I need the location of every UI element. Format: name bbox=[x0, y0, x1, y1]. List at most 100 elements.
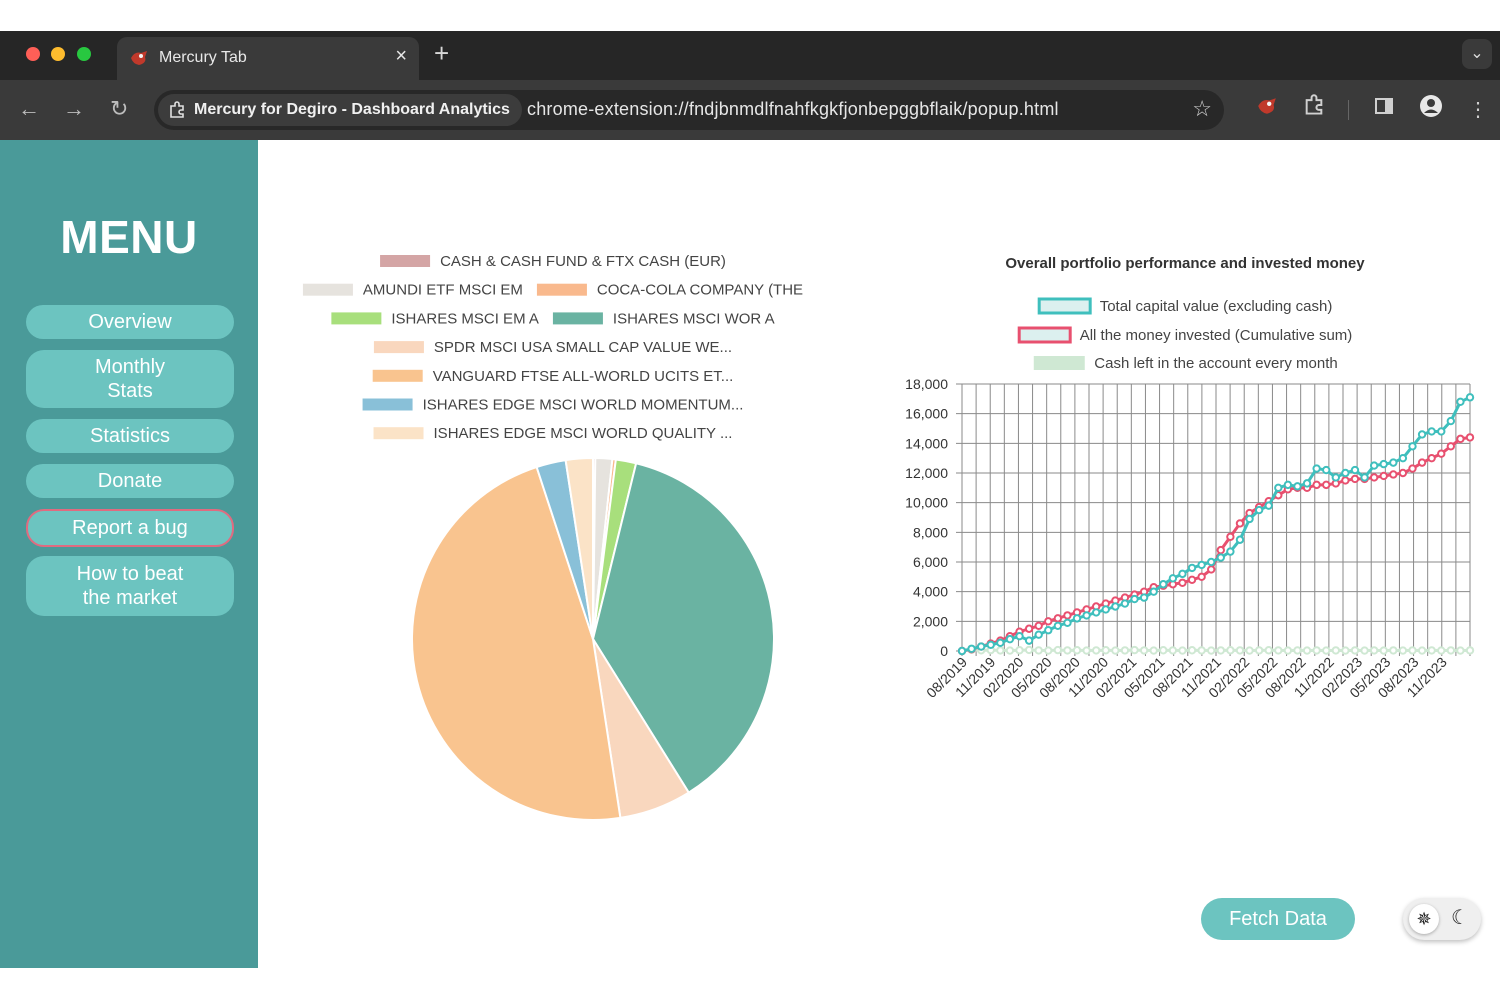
line-point[interactable] bbox=[1456, 646, 1465, 655]
line-point[interactable] bbox=[1360, 473, 1369, 482]
line-point[interactable] bbox=[1120, 599, 1130, 608]
line-legend-swatch[interactable] bbox=[1037, 297, 1092, 315]
line-point[interactable] bbox=[1264, 501, 1273, 510]
line-point[interactable] bbox=[1024, 624, 1034, 633]
line-point[interactable] bbox=[1293, 646, 1302, 655]
line-point[interactable] bbox=[1369, 473, 1379, 482]
line-point[interactable] bbox=[1111, 602, 1120, 611]
line-point[interactable] bbox=[1408, 464, 1417, 473]
line-point[interactable] bbox=[1408, 646, 1417, 655]
line-point[interactable] bbox=[1379, 471, 1388, 481]
line-point[interactable] bbox=[1216, 646, 1225, 655]
line-point[interactable] bbox=[1101, 605, 1110, 614]
line-point[interactable] bbox=[1408, 442, 1417, 451]
line-point[interactable] bbox=[1120, 646, 1130, 655]
puzzle-icon[interactable] bbox=[1298, 94, 1330, 126]
line-point[interactable] bbox=[976, 642, 986, 651]
line-point[interactable] bbox=[1322, 465, 1331, 475]
line-point[interactable] bbox=[1379, 646, 1388, 655]
line-point[interactable] bbox=[1082, 646, 1091, 655]
line-legend-swatch[interactable] bbox=[1033, 356, 1085, 370]
line-point[interactable] bbox=[1350, 646, 1360, 655]
line-point[interactable] bbox=[1312, 464, 1321, 473]
line-point[interactable] bbox=[1187, 563, 1197, 573]
pie-legend-label[interactable]: ISHARES MSCI EM A bbox=[391, 310, 539, 327]
line-point[interactable] bbox=[996, 646, 1005, 655]
maximize-window-button[interactable] bbox=[77, 47, 91, 61]
pie-legend-swatch[interactable] bbox=[331, 312, 382, 325]
site-info-chip[interactable]: Mercury for Degiro - Dashboard Analytics bbox=[158, 94, 522, 126]
line-point[interactable] bbox=[1398, 468, 1408, 478]
line-point[interactable] bbox=[1283, 480, 1293, 490]
line-point[interactable] bbox=[1034, 621, 1043, 630]
line-point[interactable] bbox=[1063, 611, 1072, 620]
line-point[interactable] bbox=[1005, 634, 1015, 644]
menu-donate-button[interactable]: Donate bbox=[26, 464, 234, 498]
line-point[interactable] bbox=[1331, 473, 1341, 482]
line-point[interactable] bbox=[1369, 646, 1379, 655]
profile-icon[interactable] bbox=[1415, 94, 1447, 126]
line-point[interactable] bbox=[1226, 532, 1235, 541]
line-point[interactable] bbox=[1005, 646, 1015, 655]
theme-toggle[interactable]: ✵ ☾ bbox=[1403, 898, 1481, 940]
line-point[interactable] bbox=[1226, 547, 1235, 556]
line-point[interactable] bbox=[1341, 476, 1350, 485]
line-point[interactable] bbox=[1264, 646, 1273, 655]
side-panel-icon[interactable] bbox=[1368, 94, 1400, 126]
line-point[interactable] bbox=[1254, 505, 1264, 515]
line-point[interactable] bbox=[1091, 646, 1101, 655]
pie-legend-swatch[interactable] bbox=[302, 283, 353, 296]
line-point[interactable] bbox=[1044, 617, 1053, 626]
line-point[interactable] bbox=[1034, 630, 1043, 639]
address-bar[interactable]: Mercury for Degiro - Dashboard Analytics… bbox=[154, 90, 1224, 130]
pie-legend-label[interactable]: SPDR MSCI USA SMALL CAP VALUE WE... bbox=[434, 339, 732, 356]
line-point[interactable] bbox=[1293, 482, 1302, 491]
line-point[interactable] bbox=[1024, 636, 1034, 645]
line-point[interactable] bbox=[1389, 458, 1398, 467]
menu-overview-button[interactable]: Overview bbox=[26, 305, 234, 339]
close-window-button[interactable] bbox=[26, 47, 40, 61]
line-point[interactable] bbox=[1159, 580, 1168, 589]
line-point[interactable] bbox=[1350, 465, 1360, 475]
line-point[interactable] bbox=[1044, 646, 1053, 655]
line-point[interactable] bbox=[957, 646, 967, 656]
line-point[interactable] bbox=[1312, 646, 1321, 655]
line-legend-label[interactable]: All the money invested (Cumulative sum) bbox=[1080, 327, 1353, 344]
pie-legend-label[interactable]: AMUNDI ETF MSCI EM bbox=[363, 282, 523, 299]
reload-icon[interactable]: ↻ bbox=[110, 96, 128, 122]
line-point[interactable] bbox=[1322, 480, 1331, 490]
pie-legend-swatch[interactable] bbox=[362, 398, 413, 411]
menu-statistics-button[interactable]: Statistics bbox=[26, 419, 234, 453]
menu-monthly-stats-button[interactable]: Monthly Stats bbox=[26, 350, 234, 408]
line-point[interactable] bbox=[1254, 646, 1264, 655]
line-point[interactable] bbox=[1245, 514, 1254, 524]
line-point[interactable] bbox=[1063, 646, 1072, 655]
line-point[interactable] bbox=[1312, 480, 1321, 490]
line-point[interactable] bbox=[1216, 545, 1225, 555]
line-point[interactable] bbox=[1207, 646, 1216, 655]
line-point[interactable] bbox=[986, 640, 995, 649]
url-text[interactable]: chrome-extension://fndjbnmdlfnahfkgkfjon… bbox=[527, 99, 1059, 120]
back-icon[interactable]: ← bbox=[18, 96, 40, 122]
line-point[interactable] bbox=[1168, 646, 1178, 655]
line-point[interactable] bbox=[1168, 574, 1178, 583]
menu-beat-market-button[interactable]: How to beat the market bbox=[26, 556, 234, 616]
line-point[interactable] bbox=[1091, 608, 1101, 617]
line-point[interactable] bbox=[1139, 646, 1149, 655]
pie-legend-label[interactable]: ISHARES EDGE MSCI WORLD MOMENTUM... bbox=[423, 397, 744, 414]
line-point[interactable] bbox=[1350, 474, 1360, 484]
more-icon[interactable]: ⋮ bbox=[1462, 94, 1494, 126]
tab-close-icon[interactable]: × bbox=[395, 45, 407, 68]
line-point[interactable] bbox=[1235, 646, 1245, 655]
line-point[interactable] bbox=[1274, 646, 1283, 655]
line-point[interactable] bbox=[1044, 626, 1053, 635]
line-point[interactable] bbox=[1446, 416, 1456, 426]
line-point[interactable] bbox=[1235, 519, 1245, 528]
line-point[interactable] bbox=[1417, 646, 1427, 655]
line-point[interactable] bbox=[1178, 578, 1187, 587]
line-point[interactable] bbox=[1322, 646, 1331, 655]
line-point[interactable] bbox=[1034, 646, 1043, 655]
line-point[interactable] bbox=[1398, 453, 1408, 463]
pie-legend-swatch[interactable] bbox=[552, 312, 603, 325]
line-point[interactable] bbox=[1053, 614, 1063, 623]
